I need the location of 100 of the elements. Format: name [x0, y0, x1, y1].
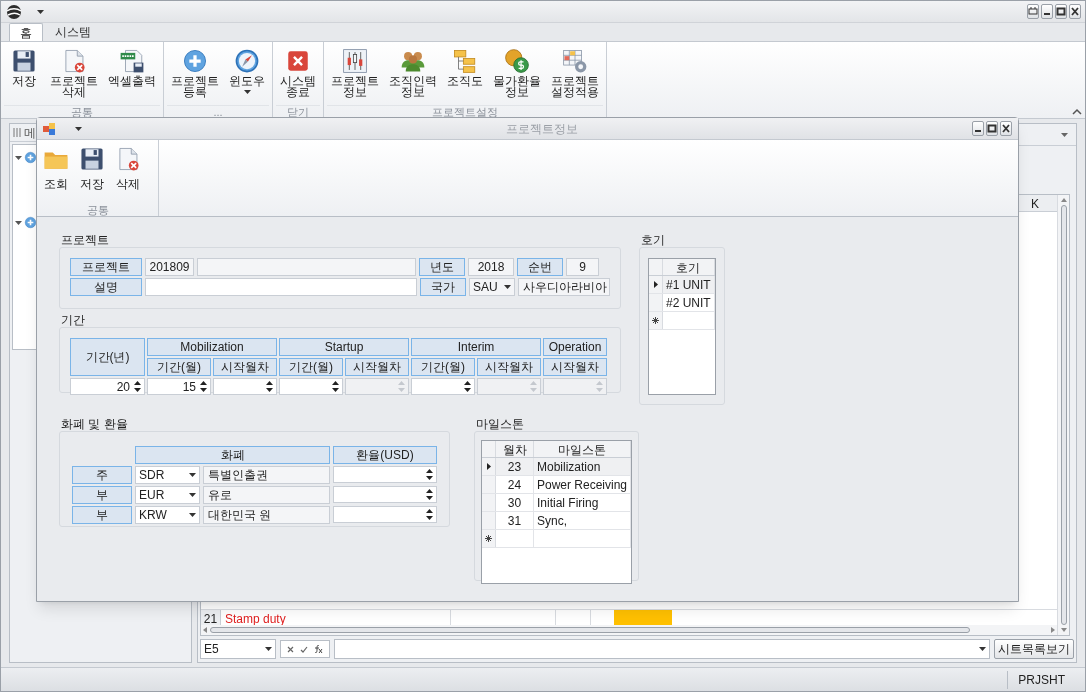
grid-row[interactable]: 30 Initial Firing [482, 494, 632, 512]
maximize-button[interactable] [986, 121, 998, 136]
table-cell: #2 UNIT [663, 294, 715, 311]
cancel-icon [287, 645, 294, 653]
expand-arrow-icon [15, 220, 22, 225]
grid-row[interactable]: 24 Power Receiving [482, 476, 632, 494]
plus-circle-icon [24, 151, 37, 164]
spin-arrows-icon [266, 381, 273, 392]
row-header-cell [649, 294, 663, 311]
ribbon-button[interactable]: 조직인력 정보 [385, 48, 441, 105]
dropdown-field[interactable]: KRW [135, 506, 200, 524]
column-header: 기간(월) [279, 358, 343, 376]
field-label: 년도 [419, 258, 465, 276]
close-button[interactable] [1069, 4, 1081, 19]
field-label: 프로젝트 [70, 258, 142, 276]
number-spinner[interactable]: 15 [147, 378, 211, 395]
ribbon-button[interactable]: 삭제 [112, 146, 144, 202]
number-spinner[interactable] [279, 378, 343, 395]
ribbon-button[interactable]: 조회 [40, 146, 72, 202]
table-cell: Mobilization [534, 458, 632, 475]
year-field[interactable]: 2018 [468, 258, 514, 276]
project-code-field[interactable]: 201809 [145, 258, 194, 276]
dropdown-field[interactable]: EUR [135, 486, 200, 504]
dropdown-caret-icon [75, 126, 82, 131]
coins-icon [504, 48, 530, 74]
column-header: 시작월차 [213, 358, 277, 376]
ribbon-button[interactable]: 윈도우 [225, 48, 269, 105]
project-name-field[interactable] [197, 258, 416, 276]
table-cell: 31 [496, 512, 534, 529]
currency-name-field[interactable]: 대한민국 원 [203, 506, 330, 524]
field-label: 순번 [517, 258, 563, 276]
vertical-scrollbar-thumb[interactable] [1060, 205, 1067, 625]
ribbon-button[interactable]: 프로젝트 삭제 [46, 48, 102, 105]
table-cell: 24 [496, 476, 534, 493]
grid-row[interactable]: 23 Mobilization [482, 458, 632, 476]
spin-arrows-icon [596, 381, 603, 392]
dropdown-caret-icon [37, 9, 44, 14]
function-icon [314, 645, 323, 653]
ribbon-button[interactable]: 조직도 [443, 48, 487, 105]
column-header: 호기 [663, 259, 715, 275]
group-title: 화폐 및 환율 [61, 417, 129, 431]
ribbon-tab[interactable]: 시스템 [45, 23, 101, 41]
minimize-button[interactable] [972, 121, 984, 136]
column-header: 기간(년) [70, 338, 145, 376]
dropdown-caret-icon [265, 647, 272, 651]
status-text: PRJSHT [1007, 670, 1065, 689]
dropdown-caret-icon [189, 473, 196, 477]
number-spinner[interactable] [411, 378, 475, 395]
spin-arrows-icon [426, 509, 433, 520]
formula-field[interactable] [334, 639, 990, 659]
dialog-title: 프로젝트정보 [505, 120, 579, 138]
restore-button[interactable] [1027, 4, 1039, 19]
column-header: 시작월차 [543, 358, 607, 376]
sheet-list-button[interactable]: 시트목록보기 [994, 639, 1074, 659]
currency-name-field[interactable]: 유로 [203, 486, 330, 504]
new-row[interactable] [649, 312, 715, 330]
scroll-up-icon [1060, 198, 1067, 202]
field-label: 설명 [70, 278, 142, 296]
grid-row[interactable]: #1 UNIT [649, 276, 715, 294]
minimize-button[interactable] [1041, 4, 1053, 19]
ribbon-tab[interactable]: 홈 [9, 23, 43, 41]
number-spinner[interactable]: 20 [70, 378, 145, 395]
number-spinner[interactable] [213, 378, 277, 395]
maximize-icon [987, 124, 997, 133]
ribbon-button[interactable]: 물가환율 정보 [489, 48, 545, 105]
ribbon-button[interactable]: 저장 [76, 146, 108, 202]
close-button[interactable] [1000, 121, 1012, 136]
column-header: 월차 [496, 441, 534, 457]
ribbon-button[interactable]: 프로젝트 설정적용 [547, 48, 603, 105]
row-label: 부 [72, 486, 132, 504]
ribbon-button[interactable]: 시스템 종료 [276, 48, 320, 105]
dropdown-field[interactable]: SDR [135, 466, 200, 484]
new-row[interactable] [482, 530, 632, 548]
dropdown-field[interactable]: SAU [469, 278, 515, 296]
sequence-field[interactable]: 9 [566, 258, 599, 276]
candlestick-chart-icon [342, 48, 368, 74]
grid-row[interactable]: #2 UNIT [649, 294, 715, 312]
horizontal-scrollbar-thumb[interactable] [210, 627, 970, 633]
column-header: 마일스톤 [534, 441, 632, 457]
row-label: 주 [72, 466, 132, 484]
spin-arrows-icon [200, 381, 207, 392]
ribbon-button[interactable]: 프로젝트 등록 [167, 48, 223, 105]
window-icon [43, 122, 55, 135]
plus-circle-icon [182, 48, 208, 74]
maximize-button[interactable] [1055, 4, 1067, 19]
org-chart-icon [452, 48, 478, 74]
grid-row[interactable]: 31 Sync, [482, 512, 632, 530]
column-header: 기간(월) [411, 358, 475, 376]
country-name-field[interactable]: 사우디아라비아 [518, 278, 610, 296]
spin-arrows-icon [464, 381, 471, 392]
spin-arrows-icon [530, 381, 537, 392]
ribbon-button[interactable]: 저장 [4, 48, 44, 105]
expand-arrow-icon [15, 155, 22, 160]
currency-name-field[interactable]: 특별인출권 [203, 466, 330, 484]
name-box[interactable]: E5 [200, 639, 276, 659]
group-title: 마일스톤 [476, 417, 525, 431]
ribbon-button[interactable]: 엑셀출력 [104, 48, 160, 105]
description-field[interactable] [145, 278, 417, 296]
ribbon-button[interactable]: 프로젝트 정보 [327, 48, 383, 105]
column-header: Startup [279, 338, 409, 356]
